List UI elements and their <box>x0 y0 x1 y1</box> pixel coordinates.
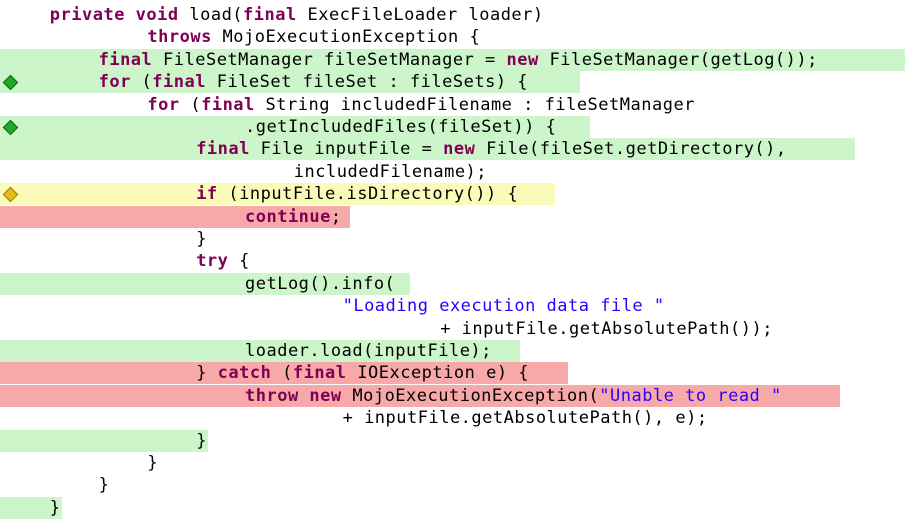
code-line[interactable]: "Loading execution data file " <box>0 295 911 317</box>
code-text: + inputFile.getAbsolutePath()); <box>440 318 773 340</box>
code-text: .getIncludedFiles(fileSet)) { <box>245 116 556 138</box>
keyword-token: for <box>98 72 131 93</box>
code-token: } <box>196 363 218 384</box>
code-line[interactable]: } catch (final IOException e) { <box>0 362 911 385</box>
code-token: .getIncludedFiles(fileSet)) { <box>245 117 557 137</box>
code-token: MojoExecutionException( <box>341 385 600 406</box>
code-token: } <box>196 430 207 451</box>
code-line[interactable]: includedFilename); <box>0 161 911 183</box>
code-token: + inputFile.getAbsolutePath()); <box>440 318 773 339</box>
keyword-token: try <box>196 251 229 272</box>
code-token: ; <box>330 206 342 227</box>
code-line[interactable]: loader.load(inputFile); <box>0 340 911 362</box>
code-line[interactable]: private void load(final ExecFileLoader l… <box>0 4 911 26</box>
string-token: "Loading execution data file " <box>342 296 665 317</box>
code-line[interactable]: } <box>0 452 911 474</box>
code-text: "Loading execution data file " <box>343 295 665 317</box>
keyword-token: final <box>243 5 297 25</box>
code-text: } <box>99 474 110 496</box>
code-line[interactable]: } <box>0 474 911 496</box>
keyword-token: continue <box>245 206 331 227</box>
code-line[interactable]: + inputFile.getAbsolutePath()); <box>0 318 911 340</box>
code-line[interactable]: final FileSetManager fileSetManager = ne… <box>0 48 911 71</box>
code-text: getLog().info( <box>245 273 395 295</box>
keyword-token: catch <box>217 363 272 384</box>
keyword-token: private void <box>49 5 179 25</box>
keyword-token: throws <box>147 27 212 48</box>
keyword-token: throw new <box>245 385 342 406</box>
code-token: } <box>147 453 159 473</box>
code-text: loader.load(inputFile); <box>245 340 492 362</box>
code-text: continue; <box>245 206 342 228</box>
code-line[interactable]: for (final FileSet fileSet : fileSets) { <box>0 71 911 94</box>
code-text: private void load(final ExecFileLoader l… <box>50 4 544 26</box>
code-text: final FileSetManager fileSetManager = ne… <box>99 49 818 71</box>
code-token: { <box>228 251 250 272</box>
code-text: for (final FileSet fileSet : fileSets) { <box>99 71 528 93</box>
code-token: FileSetManager(getLog()); <box>538 49 818 70</box>
code-line[interactable]: throws MojoExecutionException { <box>0 26 911 48</box>
code-token: getLog().info( <box>245 273 396 294</box>
code-token: } <box>196 229 207 249</box>
code-token: IOException e) { <box>346 363 530 384</box>
code-token: FileSetManager fileSetManager = <box>152 49 507 70</box>
keyword-token: new <box>506 49 539 70</box>
code-token: String includedFilename : fileSetManager <box>254 94 695 115</box>
code-token: ( <box>271 363 293 384</box>
code-line[interactable]: continue; <box>0 205 911 228</box>
code-token: ( <box>130 72 153 93</box>
code-line[interactable]: if (inputFile.isDirectory()) { <box>0 183 911 206</box>
code-token: includedFilename); <box>293 161 488 182</box>
code-line[interactable]: .getIncludedFiles(fileSet)) { <box>0 116 911 138</box>
code-text: throws MojoExecutionException { <box>147 26 480 48</box>
code-token: + inputFile.getAbsolutePath(), e); <box>342 408 708 429</box>
keyword-token: final <box>98 49 153 70</box>
code-text: final File inputFile = new File(fileSet.… <box>196 138 786 160</box>
code-line[interactable]: } <box>0 228 911 250</box>
code-token: File inputFile = <box>249 139 444 160</box>
code-text: try { <box>196 250 250 272</box>
code-token: (inputFile.isDirectory()) { <box>217 184 519 205</box>
code-token: } <box>49 497 61 518</box>
code-text: } <box>196 228 207 250</box>
code-text: + inputFile.getAbsolutePath(), e); <box>343 407 708 429</box>
code-token: } <box>98 475 110 496</box>
code-token: FileSet fileSet : fileSets) { <box>205 72 529 93</box>
code-token: ExecFileLoader loader) <box>296 5 544 25</box>
green-coverage-highlight <box>0 429 208 452</box>
code-line[interactable]: try { <box>0 250 911 272</box>
keyword-token: for <box>147 94 180 115</box>
keyword-token: new <box>443 139 476 160</box>
code-text: } <box>50 497 61 519</box>
keyword-token: if <box>196 184 218 205</box>
keyword-token: final <box>152 72 206 93</box>
code-token: load( <box>178 5 244 25</box>
code-token: MojoExecutionException { <box>211 27 481 48</box>
code-text: } <box>147 452 158 474</box>
code-text: if (inputFile.isDirectory()) { <box>196 183 518 205</box>
code-text: } catch (final IOException e) { <box>196 362 529 384</box>
code-line[interactable]: for (final String includedFilename : fil… <box>0 94 911 116</box>
code-token: loader.load(inputFile); <box>245 341 492 361</box>
string-token: "Unable to read " <box>599 385 782 406</box>
code-line[interactable]: } <box>0 496 911 519</box>
keyword-token: final <box>201 94 255 115</box>
code-editor[interactable]: private void load(final ExecFileLoader l… <box>0 0 911 523</box>
code-text: includedFilename); <box>294 161 487 183</box>
keyword-token: final <box>292 363 347 384</box>
code-text: throw new MojoExecutionException("Unable… <box>245 385 782 407</box>
code-token: ( <box>179 94 202 115</box>
code-line[interactable]: } <box>0 429 911 452</box>
code-line[interactable]: + inputFile.getAbsolutePath(), e); <box>0 407 911 429</box>
code-text: for (final String includedFilename : fil… <box>147 94 695 116</box>
code-text: } <box>196 430 207 452</box>
code-line[interactable]: getLog().info( <box>0 272 911 295</box>
code-line[interactable]: final File inputFile = new File(fileSet.… <box>0 138 911 161</box>
keyword-token: final <box>196 139 250 160</box>
code-line[interactable]: throw new MojoExecutionException("Unable… <box>0 384 911 407</box>
code-token: File(fileSet.getDirectory(), <box>475 139 787 160</box>
